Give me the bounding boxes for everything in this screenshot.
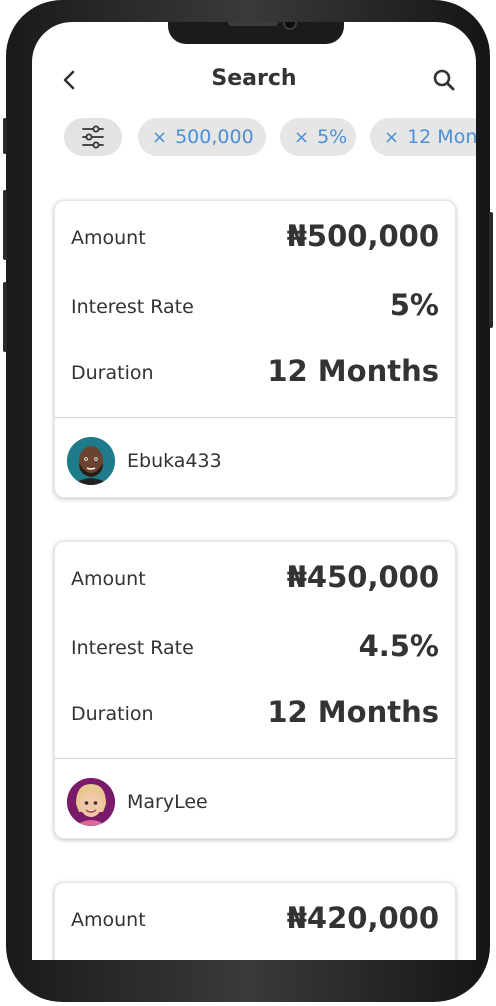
rate-label: Interest Rate	[71, 637, 194, 659]
avatar-face-icon	[67, 778, 115, 826]
amount-row: Amount ₦450,000	[71, 560, 439, 600]
chip-amount[interactable]: × 500,000	[138, 118, 266, 156]
rate-value: 5%	[389, 288, 439, 322]
duration-label: Duration	[71, 703, 154, 725]
amount-label: Amount	[71, 568, 146, 590]
page-title: Search	[211, 66, 297, 91]
amount-value: ₦450,000	[286, 560, 439, 594]
chip-duration[interactable]: × 12 Months	[370, 118, 476, 156]
filter-chips: × 500,000 × 5% × 12 Months	[62, 118, 476, 158]
amount-row: Amount ₦500,000	[71, 219, 439, 259]
filter-button[interactable]	[64, 118, 122, 156]
username: MaryLee	[127, 791, 208, 813]
divider	[55, 417, 455, 418]
username: Ebuka433	[127, 450, 222, 472]
duration-row: Duration 12 Months	[71, 354, 439, 394]
duration-label: Duration	[71, 362, 154, 384]
sliders-icon	[82, 125, 104, 149]
amount-value: ₦420,000	[286, 901, 439, 935]
mute-switch	[3, 118, 7, 154]
duration-value: 12 Months	[267, 695, 439, 729]
divider	[55, 758, 455, 759]
rate-label: Interest Rate	[71, 296, 194, 318]
chip-label: 500,000	[175, 126, 254, 148]
avatar-face-icon	[67, 437, 115, 485]
camera	[283, 22, 297, 30]
chip-rate[interactable]: × 5%	[280, 118, 356, 156]
rate-row: Interest Rate 4.5%	[71, 629, 439, 669]
notch	[168, 22, 344, 44]
volume-up-button	[3, 190, 7, 260]
duration-value: 12 Months	[267, 354, 439, 388]
amount-label: Amount	[71, 909, 146, 931]
power-button	[489, 212, 493, 328]
close-icon[interactable]: ×	[384, 127, 399, 148]
close-icon[interactable]: ×	[294, 127, 309, 148]
amount-value: ₦500,000	[286, 219, 439, 253]
rate-row: Interest Rate 5%	[71, 288, 439, 328]
loan-card[interactable]: Amount ₦420,000	[54, 882, 456, 960]
loan-card[interactable]: Amount ₦500,000 Interest Rate 5% Duratio…	[54, 200, 456, 498]
speaker	[228, 22, 278, 26]
duration-row: Duration 12 Months	[71, 695, 439, 735]
top-bar: Search	[32, 62, 476, 98]
screen: Search × 500,000 × 5% × 12 Mon Amount ₦5…	[32, 22, 476, 960]
avatar[interactable]	[67, 437, 115, 485]
chip-label: 12 Months	[407, 126, 476, 148]
search-icon[interactable]	[432, 68, 456, 92]
rate-value: 4.5%	[358, 629, 439, 663]
volume-down-button	[3, 282, 7, 352]
avatar[interactable]	[67, 778, 115, 826]
phone-frame: Search × 500,000 × 5% × 12 Mon Amount ₦5…	[3, 0, 493, 1002]
amount-label: Amount	[71, 227, 146, 249]
chip-label: 5%	[317, 126, 348, 148]
amount-row: Amount ₦420,000	[71, 901, 439, 941]
loan-card[interactable]: Amount ₦450,000 Interest Rate 4.5% Durat…	[54, 541, 456, 839]
close-icon[interactable]: ×	[152, 127, 167, 148]
